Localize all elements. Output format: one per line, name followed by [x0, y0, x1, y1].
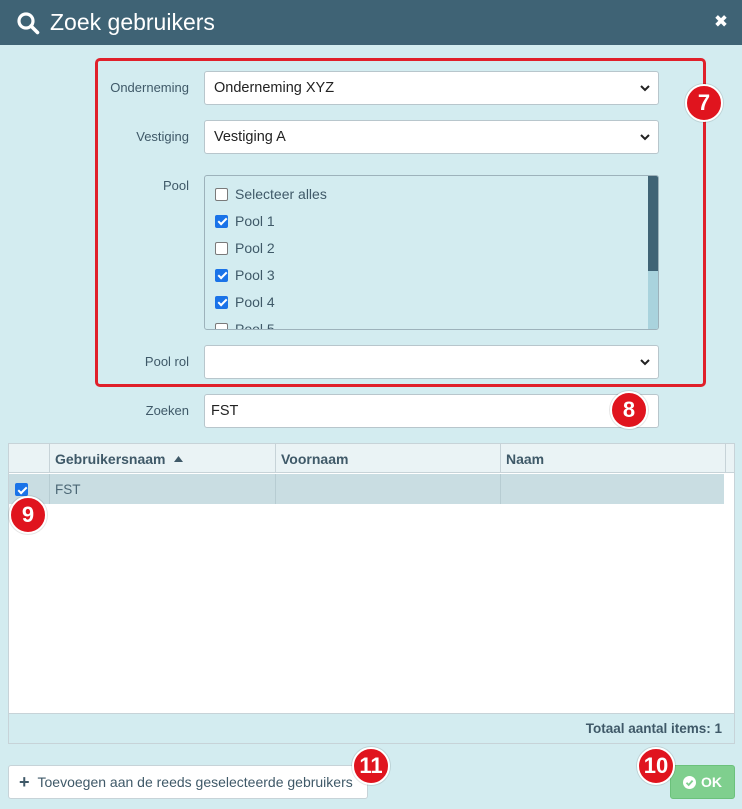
add-button-label: Toevoegen aan de reeds geselecteerde geb…: [37, 774, 353, 790]
checkbox[interactable]: [215, 214, 228, 228]
total-items-text: Totaal aantal items: 1: [585, 721, 722, 736]
plus-icon: +: [19, 771, 30, 792]
table-row[interactable]: FST: [9, 474, 725, 504]
search-label: Zoeken: [145, 403, 189, 418]
pool-checkbox-list[interactable]: Selecteer alles Pool 1 Pool 2 Pool 3 Poo…: [204, 175, 659, 330]
pool-role-label: Pool rol: [144, 354, 189, 369]
annotation-badge-10: 10: [637, 747, 675, 785]
checkbox[interactable]: [215, 268, 228, 282]
company-select[interactable]: Onderneming XYZ: [204, 71, 659, 105]
pool-option-label: Pool 3: [235, 267, 275, 283]
pool-scrollbar[interactable]: [648, 176, 658, 329]
grid-header: Gebruikersnaam Voornaam Naam: [9, 444, 734, 473]
annotation-badge-8: 8: [610, 391, 648, 429]
ok-button[interactable]: OK: [670, 765, 735, 799]
column-header-label: Gebruikersnaam: [55, 450, 166, 467]
pool-option-2[interactable]: Pool 2: [215, 238, 275, 258]
cell-lastname: [500, 474, 725, 504]
dialog-title-bar: Zoek gebruikers ✖: [0, 0, 742, 45]
checkbox[interactable]: [215, 241, 228, 255]
pool-option-label: Pool 2: [235, 240, 275, 256]
pool-option-4[interactable]: Pool 4: [215, 292, 275, 312]
pool-option-1[interactable]: Pool 1: [215, 211, 275, 231]
pool-option-3[interactable]: Pool 3: [215, 265, 275, 285]
cell-firstname: [275, 474, 500, 504]
pool-option-label: Pool 4: [235, 294, 275, 310]
pool-option-5[interactable]: Pool 5: [215, 319, 275, 330]
pool-option-label: Selecteer alles: [235, 186, 327, 202]
pool-scrollbar-thumb[interactable]: [648, 176, 658, 271]
sort-ascending-icon: [173, 455, 183, 462]
dialog-title: Zoek gebruikers: [50, 9, 215, 35]
column-header-label: Voornaam: [281, 450, 349, 467]
company-select-value: Onderneming XYZ: [214, 80, 335, 96]
pool-option-label: Pool 5: [235, 321, 275, 330]
grid-scrollbar[interactable]: [724, 473, 734, 714]
checkbox[interactable]: [215, 295, 228, 309]
column-header-firstname[interactable]: Voornaam: [275, 444, 500, 473]
column-header-spacer: [725, 444, 734, 473]
annotation-badge-9: 9: [9, 496, 47, 534]
company-label: Onderneming: [110, 80, 189, 95]
annotation-badge-11: 11: [352, 747, 390, 785]
cell-username: FST: [49, 474, 275, 504]
pool-option-select-all[interactable]: Selecteer alles: [215, 184, 327, 204]
chevron-down-icon: [640, 359, 650, 366]
add-to-selected-button[interactable]: + Toevoegen aan de reeds geselecteerde g…: [8, 765, 368, 799]
search-icon: [17, 11, 40, 34]
row-select-checkbox[interactable]: [15, 483, 28, 496]
branch-label: Vestiging: [136, 129, 189, 144]
pool-label: Pool: [162, 178, 189, 193]
branch-select-value: Vestiging A: [214, 129, 286, 145]
chevron-down-icon: [640, 85, 650, 92]
pool-option-label: Pool 1: [235, 213, 275, 229]
checkbox[interactable]: [215, 187, 228, 201]
check-circle-icon: [683, 775, 696, 789]
checkbox[interactable]: [215, 322, 228, 329]
column-header-username[interactable]: Gebruikersnaam: [49, 444, 275, 473]
column-header-label: Naam: [506, 450, 545, 467]
chevron-down-icon: [640, 134, 650, 141]
search-input[interactable]: FST: [204, 394, 659, 428]
pool-role-select[interactable]: [204, 345, 659, 379]
search-input-value: FST: [211, 403, 239, 419]
ok-button-label: OK: [701, 774, 722, 790]
grid-footer: Totaal aantal items: 1: [9, 713, 734, 743]
branch-select[interactable]: Vestiging A: [204, 120, 659, 154]
users-grid: Gebruikersnaam Voornaam Naam FST Totaal …: [8, 443, 735, 744]
annotation-badge-7: 7: [685, 84, 723, 122]
column-header-lastname[interactable]: Naam: [500, 444, 725, 473]
close-icon[interactable]: ✖: [712, 13, 730, 31]
